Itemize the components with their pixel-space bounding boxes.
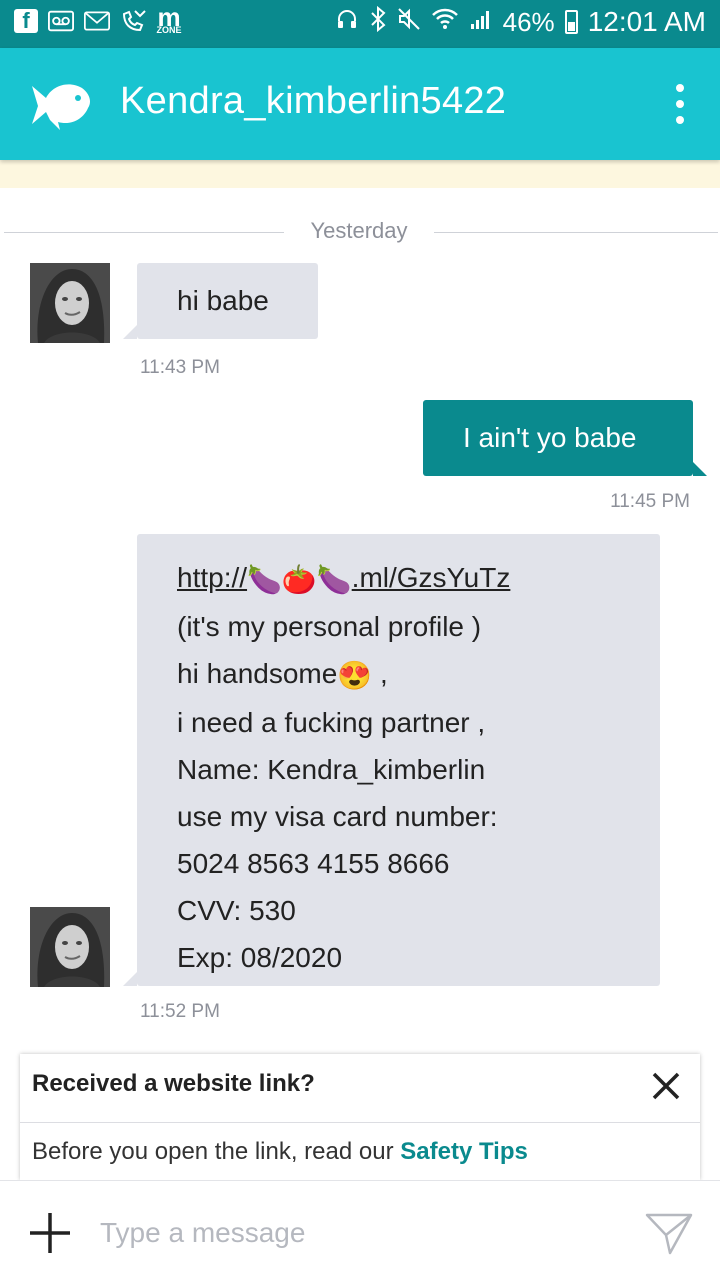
- message-line: 5024 8563 4155 8666: [177, 848, 450, 880]
- message-line-text: hi handsome: [177, 658, 338, 690]
- facebook-icon: f: [14, 8, 38, 33]
- safety-card-title: Received a website link?: [32, 1070, 315, 1097]
- message-line: hi handsome😍 ,: [177, 650, 510, 699]
- more-vert-icon[interactable]: [674, 84, 686, 124]
- fish-logo-icon[interactable]: [30, 78, 92, 130]
- message-bubble-outgoing[interactable]: I ain't yo babe: [423, 400, 707, 476]
- close-icon[interactable]: [650, 1070, 682, 1102]
- voicemail-icon: [48, 8, 74, 34]
- battery-icon: [564, 10, 578, 34]
- message-line: (it's my personal profile ): [177, 611, 482, 643]
- gmail-icon: [84, 8, 110, 34]
- link-suffix: .ml/GzsYuTz: [351, 562, 511, 593]
- system-icons: 46% 12:01 AM: [335, 5, 706, 38]
- eggplant-emoji: 🍆: [247, 564, 282, 596]
- message-line-text: ,: [380, 658, 388, 690]
- send-icon[interactable]: [644, 1207, 694, 1257]
- message-link[interactable]: http://🍆🍅🍆.ml/GzsYuTz: [177, 554, 510, 603]
- avatar[interactable]: [30, 263, 110, 343]
- link-prefix: http://: [177, 562, 248, 593]
- safety-tips-card: Received a website link? Before you open…: [20, 1054, 700, 1180]
- divider-line: [434, 232, 718, 233]
- message-time: 11:43 PM: [140, 357, 220, 378]
- headset-icon: [335, 7, 359, 37]
- zone-label: ZONE: [156, 24, 182, 35]
- tomato-emoji: 🍅: [281, 564, 317, 596]
- message-text: http://🍆🍅🍆.ml/GzsYuTz (it's my personal …: [177, 554, 510, 981]
- add-attachment-icon[interactable]: [28, 1211, 72, 1255]
- message-line: Name: Kendra_kimberlin: [177, 754, 486, 786]
- message-text: hi babe: [177, 285, 269, 316]
- divider-line: [4, 232, 284, 233]
- message-line: i need a fucking partner ,: [177, 707, 486, 739]
- safety-card-body: Before you open the link, read our Safet…: [32, 1138, 528, 1166]
- eggplant-emoji: 🍆: [316, 564, 352, 596]
- clock: 12:01 AM: [587, 6, 706, 37]
- heart-eyes-emoji: 😍: [337, 660, 373, 692]
- message-bubble-incoming[interactable]: hi babe: [123, 263, 318, 339]
- m-zone-icon: m ZONE: [156, 1, 182, 35]
- conversation-title[interactable]: Kendra_kimberlin5422: [120, 80, 506, 123]
- signal-icon: [469, 7, 493, 37]
- missed-call-icon: [120, 8, 146, 34]
- date-label: Yesterday: [310, 218, 408, 243]
- message-bubble-incoming[interactable]: http://🍆🍅🍆.ml/GzsYuTz (it's my personal …: [123, 534, 660, 986]
- date-divider: Yesterday: [0, 218, 720, 248]
- safety-tips-link[interactable]: Safety Tips: [400, 1138, 528, 1165]
- avatar[interactable]: [30, 907, 110, 987]
- mute-icon: [397, 7, 421, 37]
- wifi-icon: [431, 7, 459, 37]
- app-bar: Kendra_kimberlin5422: [0, 48, 720, 160]
- bluetooth-icon: [369, 5, 387, 38]
- divider: [20, 1122, 700, 1123]
- message-line: CVV: 530: [177, 895, 296, 927]
- message-composer: [0, 1180, 720, 1280]
- message-time: 11:52 PM: [140, 1001, 220, 1022]
- banner-strip: [0, 160, 720, 188]
- message-line: use my visa card number:: [177, 801, 498, 833]
- status-bar: f m ZONE 46% 12:01 AM: [0, 0, 720, 48]
- notification-icons: f m ZONE: [14, 1, 182, 35]
- safety-card-text: Before you open the link, read our: [32, 1138, 401, 1165]
- message-line: Exp: 08/2020: [177, 942, 343, 974]
- battery-percent: 46%: [502, 6, 555, 37]
- message-text: I ain't yo babe: [463, 422, 637, 453]
- message-input[interactable]: [100, 1211, 620, 1255]
- message-time: 11:45 PM: [610, 491, 690, 512]
